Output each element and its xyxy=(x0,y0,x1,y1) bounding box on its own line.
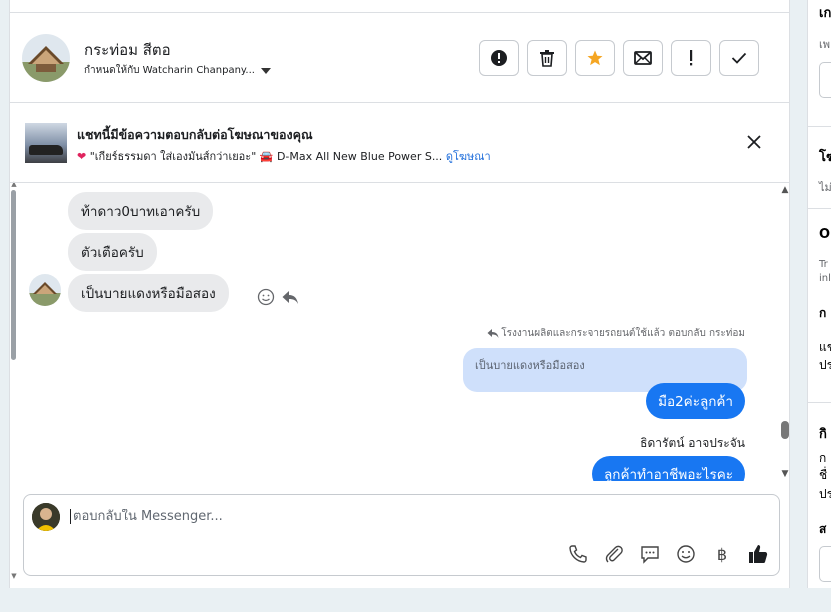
saved-replies-icon[interactable] xyxy=(639,543,661,565)
chevron-down-icon[interactable] xyxy=(260,68,271,74)
reply-input[interactable] xyxy=(70,509,750,524)
assignee-selector[interactable]: กำหนดให้กับ Watcharin Chanpany... xyxy=(84,63,271,78)
message-composer: ฿ xyxy=(23,494,780,576)
assignee-label: กำหนดให้กับ Watcharin Chanpany... xyxy=(84,65,255,76)
thread-scrollbar[interactable]: ▲ ▼ xyxy=(780,183,790,481)
chat-header: กระท่อม สีตอ กำหนดให้กับ Watcharin Chanp… xyxy=(10,13,789,103)
scroll-up-arrow[interactable]: ▲ xyxy=(780,185,790,195)
details-heading: O xyxy=(819,227,831,242)
ad-banner-subtitle: ❤ "เกียร์ธรรมดา ใส่เองมันส์กว่าเยอะ" 🚘 D… xyxy=(77,150,491,163)
divider xyxy=(808,402,831,403)
details-text: ชื่ xyxy=(819,468,828,482)
details-text: ปร xyxy=(819,358,831,372)
mark-spam-button[interactable] xyxy=(479,40,519,76)
star-icon xyxy=(587,50,603,66)
top-strip xyxy=(10,0,789,13)
divider xyxy=(808,126,831,127)
contact-details-panel: เก เพ โฆ ไม่ O Tr inl ก แช ปร กิ ก ชื่ ป… xyxy=(807,0,831,588)
details-text: Tr xyxy=(819,259,828,270)
close-icon[interactable] xyxy=(745,133,763,151)
reply-context-text: โรงงานผลิตและกระจายรถยนต์ใช้แล้ว ตอบกลับ… xyxy=(501,328,745,339)
mark-done-button[interactable] xyxy=(719,40,759,76)
paperclip-icon[interactable] xyxy=(603,543,625,565)
ad-thumbnail[interactable] xyxy=(25,123,67,163)
thumbs-up-icon[interactable] xyxy=(747,543,769,565)
details-text: ปร xyxy=(819,487,831,501)
star-button[interactable] xyxy=(575,40,615,76)
composer-toolbar: ฿ xyxy=(567,543,769,565)
sender-name: ธิดารัตน์ อาจประจัน xyxy=(640,436,745,450)
reply-icon[interactable] xyxy=(281,288,299,306)
reply-context: โรงงานผลิตและกระจายรถยนต์ใช้แล้ว ตอบกลับ… xyxy=(487,326,745,341)
phone-icon[interactable] xyxy=(567,543,589,565)
details-heading: ก xyxy=(819,306,827,320)
incoming-message[interactable]: ตัวเตือครับ xyxy=(68,233,157,271)
incoming-message[interactable]: เป็นบายแดงหรือมือสอง xyxy=(68,274,229,312)
details-input[interactable] xyxy=(819,62,831,98)
ad-reply-banner: แชทนี้มีข้อความตอบกลับต่อโฆษณาของคุณ ❤ "… xyxy=(10,103,789,183)
mail-icon xyxy=(634,51,652,65)
mark-unread-button[interactable] xyxy=(623,40,663,76)
message-actions xyxy=(257,288,299,306)
emoji-icon[interactable] xyxy=(675,543,697,565)
divider xyxy=(808,208,831,209)
ad-banner-title: แชทนี้มีข้อความตอบกลับต่อโฆษณาของคุณ xyxy=(77,127,313,142)
smiley-icon[interactable] xyxy=(257,288,275,306)
reply-arrow-icon xyxy=(487,329,499,338)
agent-avatar xyxy=(32,503,60,531)
delete-button[interactable] xyxy=(527,40,567,76)
incoming-message[interactable]: ท้าดาว0บาทเอาครับ xyxy=(68,192,214,230)
scrollbar-thumb[interactable] xyxy=(781,421,789,439)
outgoing-message[interactable]: ลูกค้าทำอาชีพอะไรคะ xyxy=(592,456,745,481)
message-thread: ท้าดาว0บาทเอาครับ ตัวเตือครับ เป็นบายแดง… xyxy=(10,183,789,481)
details-text: เพ xyxy=(819,38,831,51)
details-text: inl xyxy=(819,273,831,284)
contact-avatar-small xyxy=(29,274,61,306)
details-text: แช xyxy=(819,340,831,354)
conversation-panel: ▲ ▼ กระท่อม สีตอ กำหนดให้กับ Watcharin C… xyxy=(9,0,790,588)
details-heading: ส xyxy=(819,522,827,536)
ad-caption: "เกียร์ธรรมดา ใส่เองมันส์กว่าเยอะ" 🚘 D-M… xyxy=(89,150,443,163)
outgoing-message[interactable]: มือ2ค่ะลูกค้า xyxy=(646,383,745,419)
details-heading: เก xyxy=(819,6,831,21)
check-icon xyxy=(731,52,747,64)
toolbar xyxy=(479,40,759,76)
scroll-down-arrow[interactable]: ▼ xyxy=(780,469,790,479)
details-heading: โฆ xyxy=(819,150,831,165)
trash-icon xyxy=(540,50,554,67)
contact-name: กระท่อม สีตอ xyxy=(84,41,171,59)
contact-avatar[interactable] xyxy=(22,34,70,82)
details-text: ไม่ xyxy=(819,181,831,194)
view-ad-link[interactable]: ดูโฆษณา xyxy=(446,150,491,163)
details-input[interactable] xyxy=(819,546,831,582)
details-heading: กิ xyxy=(819,427,827,442)
alert-icon xyxy=(491,50,507,66)
baht-payment-icon[interactable]: ฿ xyxy=(711,543,733,565)
exclamation-icon xyxy=(690,50,693,66)
follow-up-button[interactable] xyxy=(671,40,711,76)
scroll-down-arrow[interactable]: ▼ xyxy=(10,572,18,580)
